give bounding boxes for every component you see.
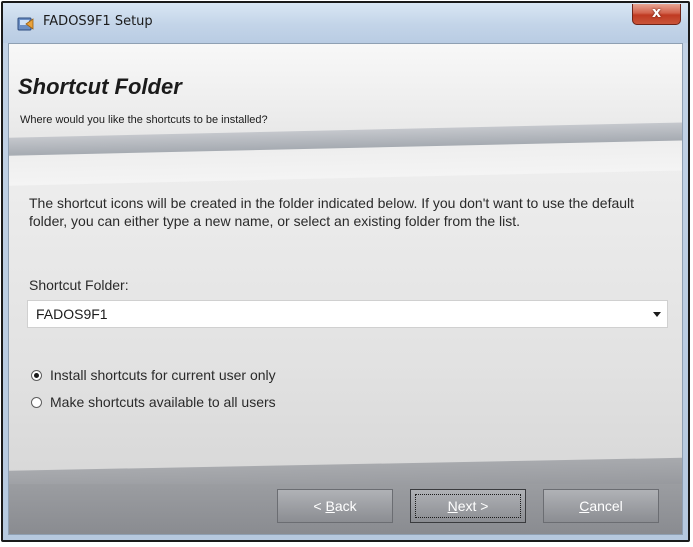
radio-current-user[interactable]: Install shortcuts for current user only bbox=[31, 367, 276, 383]
cancel-button-label: ancel bbox=[589, 498, 623, 514]
page-title: Shortcut Folder bbox=[18, 74, 182, 99]
radio-all-users[interactable]: Make shortcuts available to all users bbox=[31, 394, 276, 410]
setup-installer-icon bbox=[17, 17, 34, 31]
radio-button-unselected[interactable] bbox=[31, 396, 42, 408]
radio-button-selected[interactable] bbox=[31, 369, 42, 381]
radio-current-user-label[interactable]: Install shortcuts for current user only bbox=[50, 367, 276, 383]
back-button-label: ack bbox=[334, 498, 357, 514]
close-icon: x bbox=[651, 5, 662, 21]
page-subtitle: Where would you like the shortcuts to be… bbox=[20, 114, 268, 126]
close-button[interactable]: x bbox=[632, 4, 681, 25]
focus-rectangle bbox=[415, 494, 521, 518]
cancel-button-mnemonic: C bbox=[579, 498, 590, 514]
radio-all-users-label[interactable]: Make shortcuts available to all users bbox=[50, 394, 276, 410]
cancel-button[interactable]: Cancel bbox=[543, 489, 659, 523]
shortcut-folder-combobox[interactable]: FADOS9F1 bbox=[27, 300, 668, 328]
window-title: FADOS9F1 Setup bbox=[43, 14, 153, 29]
back-button[interactable]: < Back bbox=[277, 489, 393, 523]
wizard-panel: Shortcut Folder Where would you like the… bbox=[8, 43, 683, 535]
chevron-down-icon[interactable] bbox=[653, 312, 661, 317]
shortcut-folder-value[interactable]: FADOS9F1 bbox=[36, 306, 108, 322]
title-bar[interactable]: FADOS9F1 Setup x bbox=[3, 3, 688, 43]
back-button-mnemonic: B bbox=[325, 498, 335, 514]
shortcut-folder-label: Shortcut Folder: bbox=[29, 277, 129, 293]
description-text: The shortcut icons will be created in th… bbox=[29, 195, 635, 229]
next-button[interactable]: Next > bbox=[410, 489, 526, 523]
back-button-prefix: < bbox=[313, 498, 326, 514]
setup-window: FADOS9F1 Setup x Shortcut Folder Where w… bbox=[1, 1, 690, 542]
